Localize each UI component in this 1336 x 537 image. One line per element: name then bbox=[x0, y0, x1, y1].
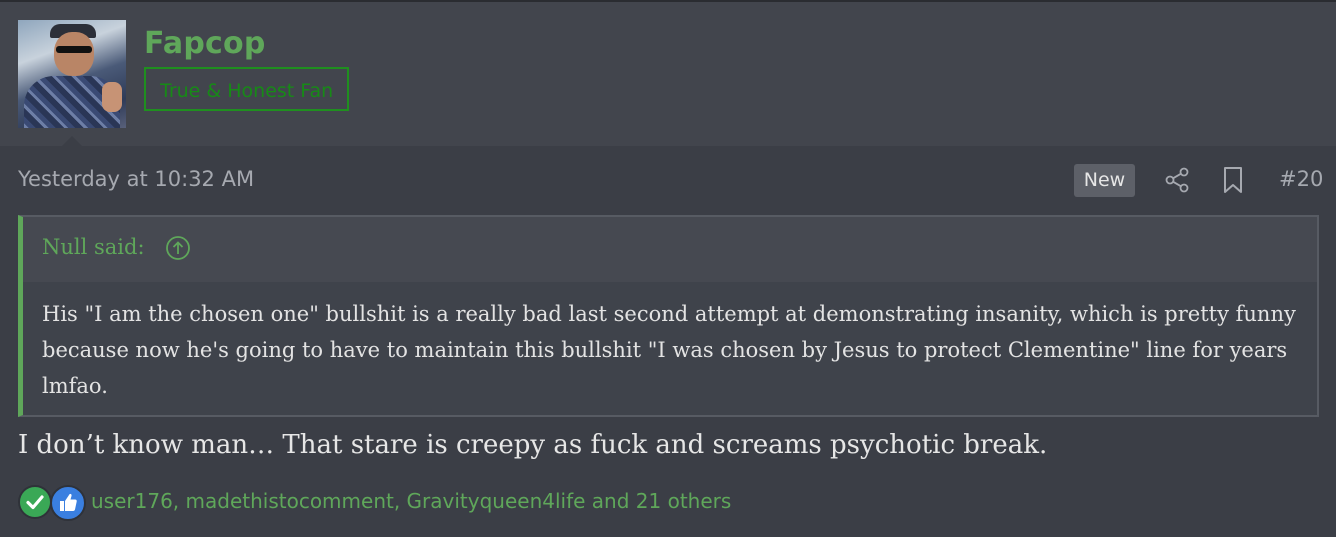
user-header: Fapcop True & Honest Fan bbox=[0, 2, 1336, 146]
username[interactable]: Fapcop bbox=[144, 26, 266, 61]
share-icon[interactable] bbox=[1164, 167, 1190, 193]
quote-text: His "I am the chosen one" bullshit is a … bbox=[42, 302, 1296, 398]
user-title-badge: True & Honest Fan bbox=[144, 67, 350, 111]
post-timestamp[interactable]: Yesterday at 10:32 AM bbox=[18, 167, 254, 191]
post-number-link[interactable]: #20 bbox=[1279, 167, 1323, 191]
like-reaction-icon[interactable] bbox=[50, 485, 86, 521]
bookmark-icon[interactable] bbox=[1222, 166, 1244, 194]
reactions-summary[interactable]: user176, madethistocomment, Gravityqueen… bbox=[91, 489, 731, 513]
avatar[interactable] bbox=[18, 20, 126, 128]
avatar-hand bbox=[102, 82, 122, 112]
new-badge: New bbox=[1074, 164, 1135, 197]
avatar-glasses bbox=[56, 46, 92, 53]
quote-header[interactable]: Null said: bbox=[23, 217, 1317, 282]
arrow-up-circle-icon[interactable] bbox=[165, 235, 191, 261]
post-body: I don’t know man… That stare is creepy a… bbox=[18, 430, 1048, 460]
quote-author[interactable]: Null said: bbox=[42, 235, 145, 259]
avatar-face bbox=[54, 32, 94, 76]
header-pointer bbox=[62, 136, 82, 146]
check-reaction-icon[interactable] bbox=[18, 485, 52, 519]
quote-block: Null said: His "I am the chosen one" bul… bbox=[18, 215, 1319, 417]
